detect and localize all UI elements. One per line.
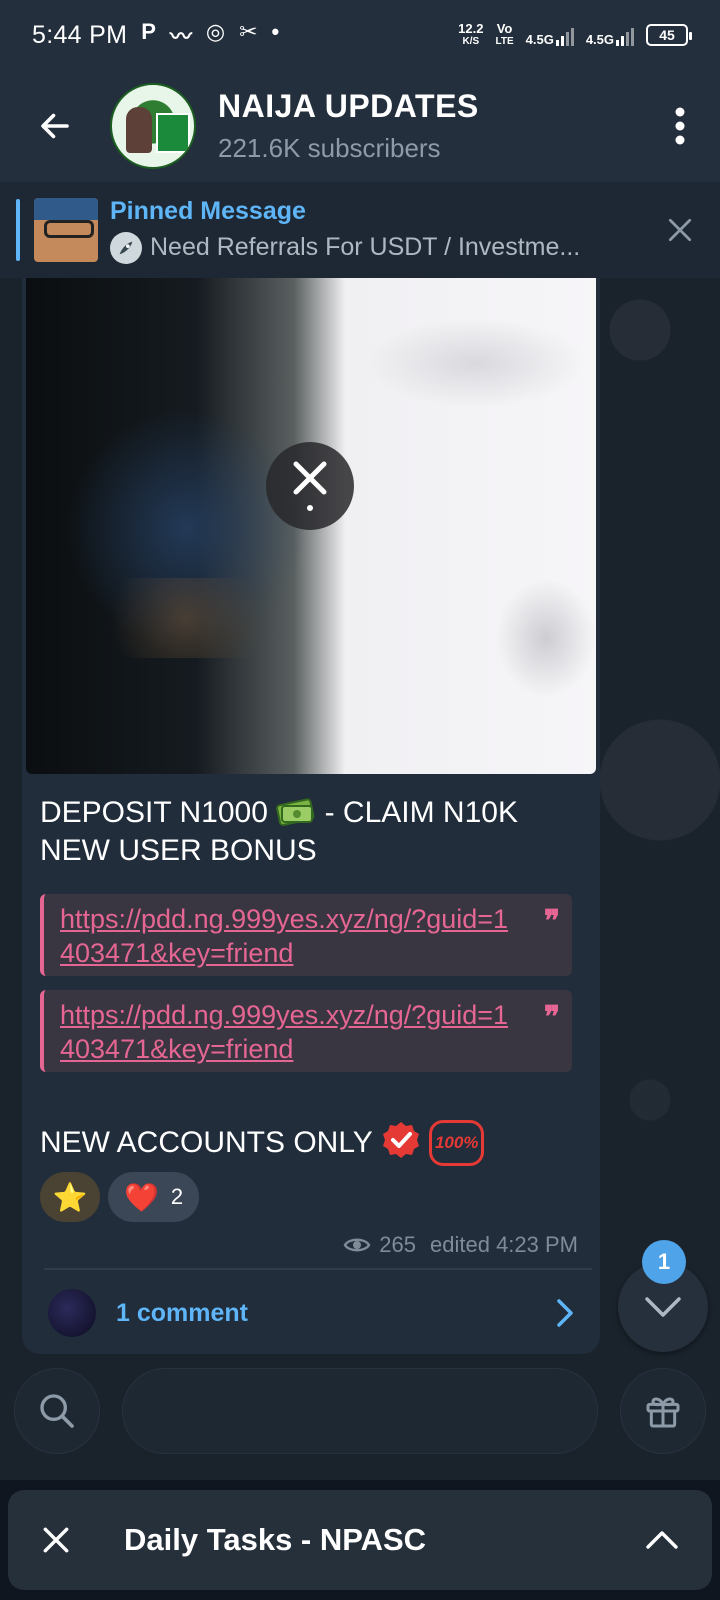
tasks-expand-button[interactable]: [612, 1490, 712, 1590]
view-count: 265: [379, 1232, 417, 1257]
chevron-down-icon: [645, 1297, 681, 1317]
subscriber-count: 221.6K subscribers: [218, 133, 441, 163]
message-line2: NEW ACCOUNTS ONLY: [40, 1126, 381, 1159]
search-icon: [40, 1394, 74, 1428]
comments-divider: [44, 1268, 592, 1270]
hundred-icon: 100%: [428, 1120, 485, 1166]
pinned-title: Pinned Message: [110, 196, 306, 225]
volte-sub-label: LTE: [495, 36, 514, 47]
message-bubble[interactable]: DEPOSIT N1000 - CLAIM N10K NEW USER BONU…: [22, 278, 600, 1354]
network-speed-value: 12.2: [458, 21, 484, 36]
close-icon: [293, 461, 327, 511]
volte-label: Vo: [496, 21, 513, 36]
eye-icon: [343, 1238, 371, 1252]
channel-title: NAIJA UPDATES: [218, 88, 479, 124]
referral-link-1[interactable]: https://pdd.ng.999yes.xyz/ng/?guid=14034…: [60, 904, 508, 968]
notification-icons: P 〰 ◎ ✂ •: [141, 19, 279, 51]
message-text-2: NEW ACCOUNTS ONLY 100%: [40, 1120, 580, 1166]
gift-icon: [646, 1397, 680, 1428]
heart-icon: ❤️: [124, 1181, 159, 1213]
pinned-message-bar[interactable]: Pinned Message Need Referrals For USDT /…: [0, 182, 720, 278]
message-text-1: DEPOSIT N1000 - CLAIM N10K NEW USER BONU…: [40, 794, 580, 870]
battery-level: 45: [659, 26, 675, 43]
pinned-indicator: [16, 199, 20, 261]
signal-1-label: 4.5G: [525, 32, 554, 47]
join-or-mute-bar[interactable]: [122, 1368, 598, 1454]
message-line1: DEPOSIT N1000: [40, 796, 268, 829]
pulse-icon: 〰: [169, 24, 192, 49]
bottom-bar: [0, 1354, 720, 1480]
search-button[interactable]: [14, 1368, 100, 1454]
cancel-download-button[interactable]: [266, 442, 354, 530]
tasks-title: Daily Tasks - NPASC: [124, 1522, 427, 1557]
gift-button[interactable]: [620, 1368, 706, 1454]
edited-time: edited 4:23 PM: [430, 1232, 578, 1257]
pinned-preview-row: Need Referrals For USDT / Investme...: [110, 231, 610, 264]
back-button[interactable]: [0, 70, 110, 182]
tasks-close-button[interactable]: [8, 1490, 104, 1590]
chevron-right-icon: [557, 1299, 573, 1327]
message-meta: 265 edited 4:23 PM: [343, 1232, 578, 1258]
unpin-button[interactable]: [640, 182, 720, 278]
link-quote-1: https://pdd.ng.999yes.xyz/ng/?guid=14034…: [40, 894, 572, 976]
daily-tasks-bar[interactable]: Daily Tasks - NPASC: [8, 1490, 712, 1590]
comments-label: 1 comment: [116, 1298, 248, 1327]
signal-2-label: 4.5G: [585, 32, 614, 47]
verified-badge-icon: [382, 1122, 419, 1158]
channel-avatar[interactable]: [110, 83, 196, 169]
network-speed-unit: K/S: [462, 36, 480, 47]
close-icon: [668, 218, 692, 242]
close-icon: [43, 1527, 69, 1553]
more-vertical-icon: [675, 107, 685, 145]
signal-1: 4.5G: [526, 24, 574, 46]
dot-icon: •: [271, 19, 280, 44]
commenter-avatar: [48, 1289, 96, 1337]
unread-badge: 1: [642, 1240, 686, 1284]
battery-icon: 45: [646, 24, 692, 46]
pinned-text: Pinned Message Need Referrals For USDT /…: [110, 197, 610, 264]
reaction-count: 2: [170, 1184, 184, 1209]
pinned-preview: Need Referrals For USDT / Investme...: [150, 233, 581, 261]
media-preview[interactable]: [26, 278, 596, 774]
reaction-star[interactable]: ⭐: [40, 1172, 100, 1222]
comments-button[interactable]: 1 comment: [22, 1272, 600, 1354]
p-app-icon: P: [141, 19, 156, 44]
channel-info[interactable]: NAIJA UPDATES 221.6K subscribers: [218, 88, 479, 164]
capcut-icon: ✂: [239, 19, 258, 44]
money-bag-icon: [276, 798, 315, 826]
status-bar: 5:44 PM P 〰 ◎ ✂ • 12.2 K/S Vo LTE 4.5G 4…: [0, 0, 720, 70]
more-options-button[interactable]: [640, 70, 720, 182]
quote-icon: ❞: [543, 904, 560, 939]
link-quote-2: https://pdd.ng.999yes.xyz/ng/?guid=14034…: [40, 990, 572, 1072]
spiral-icon: ◎: [205, 19, 226, 44]
status-time: 5:44 PM: [32, 20, 128, 49]
chevron-up-icon: [646, 1531, 678, 1549]
reactions-row: ⭐ ❤️ 2: [40, 1172, 200, 1222]
reaction-heart[interactable]: ❤️ 2: [108, 1172, 200, 1222]
arrow-left-icon: [41, 113, 69, 139]
signal-2: 4.5G: [586, 24, 634, 46]
rocket-icon: [110, 231, 142, 264]
referral-link-2[interactable]: https://pdd.ng.999yes.xyz/ng/?guid=14034…: [60, 1000, 508, 1064]
network-speed: 12.2 K/S: [458, 22, 483, 48]
chat-header: NAIJA UPDATES 221.6K subscribers: [0, 70, 720, 182]
volte-indicator: Vo LTE: [495, 22, 513, 48]
signal-bars-icon: [555, 24, 574, 46]
star-icon: ⭐: [52, 1181, 88, 1213]
signal-bars-icon: [616, 24, 634, 46]
quote-icon: ❞: [543, 1000, 560, 1035]
pinned-thumbnail: [34, 198, 98, 262]
